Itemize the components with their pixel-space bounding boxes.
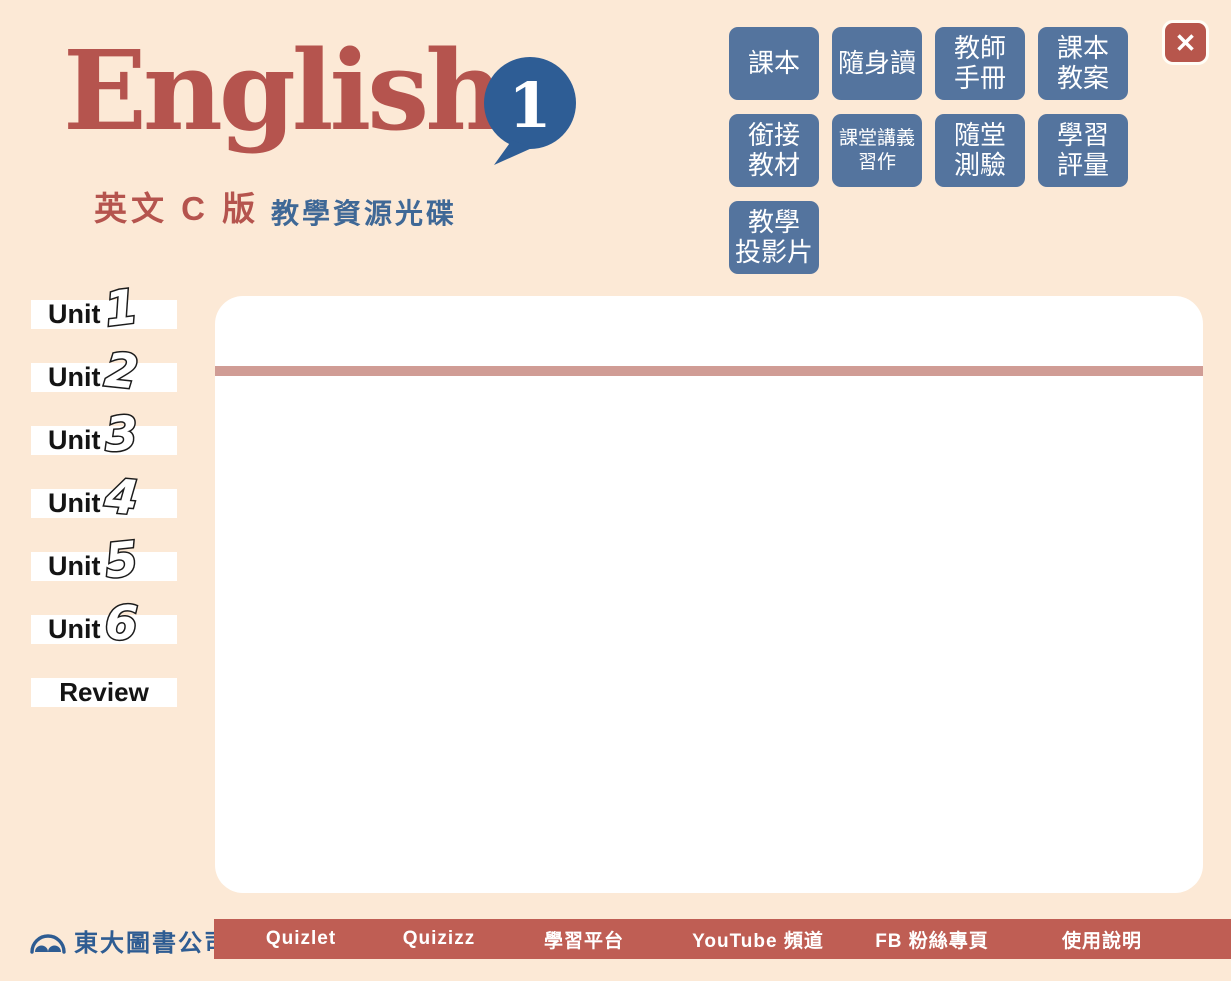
publisher-arch-icon — [30, 925, 66, 955]
sidebar-item-unit-2[interactable]: Unit 2 — [31, 363, 177, 392]
resource-button-grid: 課本 隨身讀 教師 手冊 課本 教案 銜接 教材 課堂講義 習作 隨堂 測驗 學… — [729, 27, 1129, 274]
sidebar-item-review[interactable]: Review — [31, 678, 177, 707]
edition-label: 英文 C 版 — [94, 182, 259, 230]
footer-link-youtube-channel[interactable]: YouTube 頻道 — [692, 919, 824, 959]
publisher-name: 東大圖書公司 — [74, 923, 230, 958]
resource-button-pocket-reader[interactable]: 隨身讀 — [832, 27, 922, 100]
unit-2-number: 2 — [103, 342, 141, 400]
resource-button-assessment[interactable]: 學習 評量 — [1038, 114, 1128, 187]
footer-link-quizlet[interactable]: Quizlet — [266, 919, 336, 959]
disc-subtitle: 教學資源光碟 — [271, 192, 457, 232]
content-panel — [215, 296, 1203, 893]
unit-6-number: 6 — [105, 595, 140, 651]
sidebar-item-unit-4[interactable]: Unit 4 — [31, 489, 177, 518]
sidebar-item-unit-1[interactable]: Unit 1 — [31, 300, 177, 329]
footer-link-quizizz[interactable]: Quizizz — [403, 919, 475, 959]
close-icon: ✕ — [1175, 30, 1197, 56]
volume-number: 1 — [482, 62, 578, 148]
resource-button-teaching-slides[interactable]: 教學 投影片 — [729, 201, 819, 274]
sidebar-item-unit-3[interactable]: Unit 3 — [31, 426, 177, 455]
close-button[interactable]: ✕ — [1162, 20, 1209, 65]
unit-1-number: 1 — [102, 279, 141, 338]
panel-divider — [215, 366, 1203, 376]
publisher-logo: 東大圖書公司 — [30, 920, 230, 960]
footer-link-bar: Quizlet Quizizz 學習平台 YouTube 頻道 FB 粉絲專頁 … — [214, 919, 1231, 959]
unit-3-number: 3 — [104, 406, 140, 463]
unit-4-number: 4 — [103, 469, 140, 527]
footer-link-fb-fanpage[interactable]: FB 粉絲專頁 — [875, 919, 989, 959]
unit-5-number: 5 — [103, 531, 141, 589]
resource-button-quiz[interactable]: 隨堂 測驗 — [935, 114, 1025, 187]
volume-badge: 1 — [482, 54, 578, 166]
resource-button-bridging-material[interactable]: 銜接 教材 — [729, 114, 819, 187]
sidebar-item-unit-5[interactable]: Unit 5 — [31, 552, 177, 581]
app-logo-title: English — [63, 36, 501, 146]
sidebar-item-unit-6[interactable]: Unit 6 — [31, 615, 177, 644]
footer-link-user-guide[interactable]: 使用說明 — [1062, 919, 1142, 959]
resource-button-lesson-plan[interactable]: 課本 教案 — [1038, 27, 1128, 100]
footer-link-learning-platform[interactable]: 學習平台 — [544, 919, 624, 959]
resource-button-textbook[interactable]: 課本 — [729, 27, 819, 100]
resource-button-teacher-manual[interactable]: 教師 手冊 — [935, 27, 1025, 100]
resource-button-handout-workbook[interactable]: 課堂講義 習作 — [832, 114, 922, 187]
